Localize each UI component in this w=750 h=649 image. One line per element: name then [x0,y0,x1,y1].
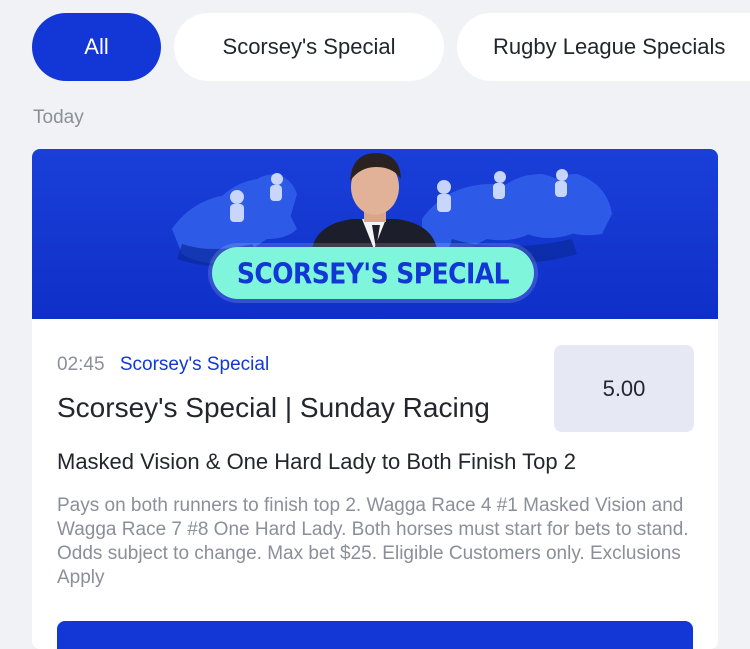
selection-name: Masked Vision & One Hard Lady to Both Fi… [57,449,576,474]
banner-title: SCORSEY'S SPECIAL [236,256,510,290]
event-time: 02:45 [57,354,105,375]
tab-rugby-league-specials[interactable]: Rugby League Specials [457,13,750,81]
promo-banner: SCORSEY'S SPECIAL [32,149,718,319]
event-category-link[interactable]: Scorsey's Special [120,354,269,375]
selection-description: Pays on both runners to finish top 2. Wa… [57,495,689,588]
section-label-today: Today [33,107,84,128]
banner-title-pill: SCORSEY'S SPECIAL [212,247,534,299]
tab-all[interactable]: All [32,13,161,81]
action-button[interactable] [57,621,693,649]
event-title: Scorsey's Special | Sunday Racing [57,392,490,423]
category-tabs: All Scorsey's Special Rugby League Speci… [32,13,750,81]
event-meta: 02:45 Scorsey's Special [57,354,269,376]
odds-button[interactable]: 5.00 [554,345,694,432]
bet-card: SCORSEY'S SPECIAL 02:45 Scorsey's Specia… [32,149,718,649]
tab-scorseys-special[interactable]: Scorsey's Special [174,13,444,81]
